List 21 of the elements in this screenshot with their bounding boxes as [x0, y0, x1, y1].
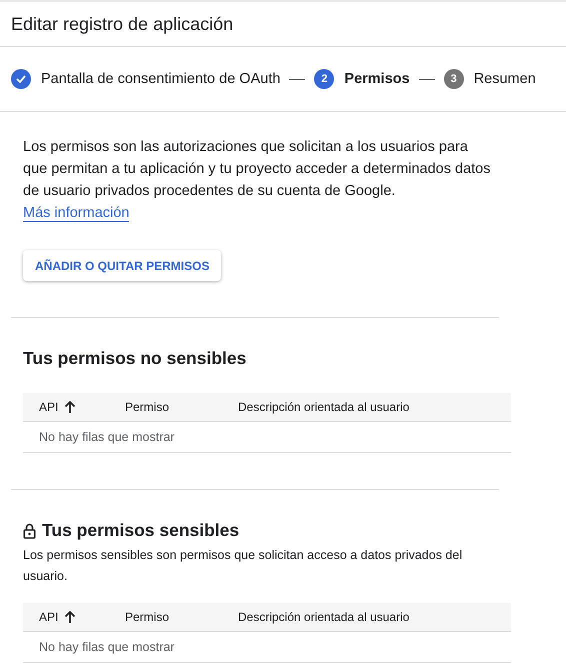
- step-label[interactable]: Pantalla de consentimiento de OAuth: [41, 71, 280, 87]
- section-description: Los permisos sensibles son permisos que solicitan acceso a datos privados del usuario.: [23, 547, 464, 585]
- page-title: Editar registro de aplicación: [11, 14, 234, 34]
- sort-arrow-icon[interactable]: [64, 400, 76, 414]
- intro-text: Los permisos son las autorizaciones que solicitan a los usuarios para que permitan a tu aplicación y tu proyecto acceder a determinados datos de usuario privados procedentes de su cuenta de Google. Más información: [23, 138, 492, 224]
- step-label[interactable]: Permisos: [344, 71, 410, 87]
- column-header[interactable]: Permiso: [125, 400, 170, 414]
- empty-table-message: No hay filas que mostrar: [39, 640, 174, 654]
- step-indicator: 3: [444, 69, 464, 89]
- column-header[interactable]: Permiso: [125, 610, 170, 624]
- step-label[interactable]: Resumen: [474, 71, 536, 87]
- column-header[interactable]: API: [39, 610, 58, 624]
- checkmark-icon: [16, 75, 26, 83]
- sort-arrow-icon[interactable]: [64, 610, 76, 624]
- section-title: Tus permisos sensibles: [42, 520, 240, 541]
- step-indicator: 2: [314, 69, 334, 89]
- add-remove-permissions-button[interactable]: AÑADIR O QUITAR PERMISOS: [23, 250, 222, 281]
- empty-table-message: No hay filas que mostrar: [39, 430, 174, 444]
- more-info-link[interactable]: Más información: [23, 205, 130, 222]
- column-header[interactable]: API: [39, 400, 58, 414]
- section-title: Tus permisos no sensibles: [23, 348, 246, 369]
